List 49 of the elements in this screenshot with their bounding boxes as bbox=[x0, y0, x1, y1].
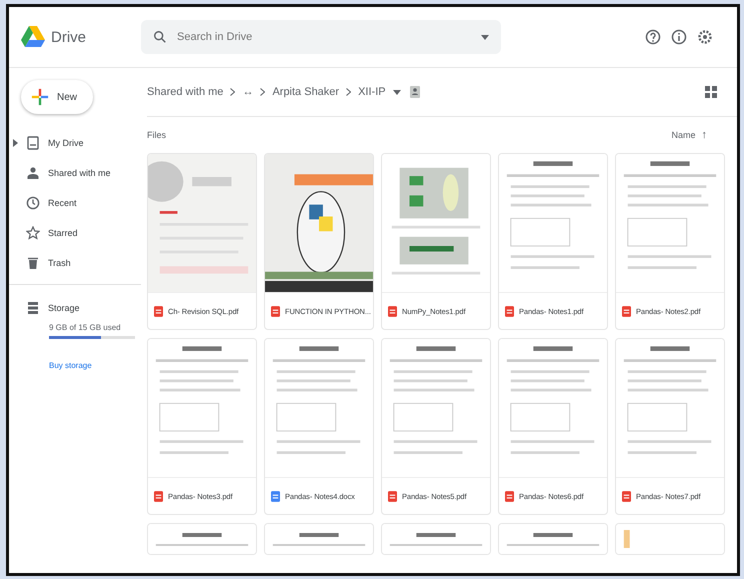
chevron-icon bbox=[260, 88, 266, 96]
section-title: Files bbox=[147, 130, 166, 140]
search-icon bbox=[153, 30, 167, 44]
file-type-icon bbox=[505, 306, 514, 316]
settings-icon[interactable] bbox=[697, 29, 713, 45]
new-button[interactable]: New bbox=[21, 80, 94, 114]
breadcrumb-item[interactable]: Shared with me bbox=[147, 86, 224, 98]
star-icon bbox=[26, 226, 40, 240]
drive-logo-icon bbox=[21, 26, 45, 48]
dropdown-icon[interactable] bbox=[481, 34, 489, 40]
file-type-icon bbox=[505, 490, 514, 502]
breadcrumb-item[interactable]: ↔ bbox=[242, 86, 254, 98]
file-type-icon bbox=[622, 306, 631, 316]
file-type-icon bbox=[388, 306, 397, 316]
help-icon[interactable] bbox=[645, 29, 661, 45]
buy-storage-link[interactable]: Buy storage bbox=[49, 361, 135, 370]
trash-icon bbox=[26, 256, 40, 270]
info-icon[interactable] bbox=[671, 29, 687, 45]
drive-icon bbox=[26, 136, 40, 150]
file-type-icon bbox=[154, 306, 163, 316]
file-type-icon bbox=[388, 490, 397, 502]
file-type-icon bbox=[154, 490, 163, 502]
search-field[interactable]: Search in Drive bbox=[141, 20, 501, 54]
dropdown-icon[interactable] bbox=[392, 90, 401, 94]
clock-icon bbox=[26, 196, 40, 210]
app-title: Drive bbox=[51, 28, 86, 46]
breadcrumb-item[interactable]: XII-IP bbox=[358, 86, 386, 98]
breadcrumb-item[interactable]: Arpita Shaker bbox=[272, 86, 340, 98]
chevron-icon bbox=[230, 88, 236, 96]
search-input[interactable]: Search in Drive bbox=[175, 30, 473, 44]
file-type-icon bbox=[622, 490, 631, 502]
grid-view-icon[interactable] bbox=[705, 86, 717, 98]
sort-label[interactable]: Name bbox=[671, 130, 696, 140]
people-icon bbox=[26, 166, 40, 180]
storage-icon bbox=[26, 301, 40, 315]
nav-item[interactable]: Trash bbox=[9, 248, 141, 278]
file-type-icon bbox=[271, 306, 280, 316]
storage-item[interactable]: Storage bbox=[9, 293, 141, 323]
expand-arrow-icon[interactable] bbox=[13, 139, 18, 147]
plus-icon bbox=[31, 88, 49, 106]
shared-folder-icon bbox=[408, 85, 422, 99]
nav-item[interactable]: My Drive bbox=[9, 128, 141, 158]
nav-item[interactable]: Starred bbox=[9, 218, 141, 248]
nav-item[interactable]: Recent bbox=[9, 188, 141, 218]
nav-item[interactable]: Shared with me bbox=[9, 158, 141, 188]
sort-arrow[interactable]: ↑ bbox=[702, 129, 707, 141]
file-type-icon bbox=[271, 490, 280, 502]
chevron-icon bbox=[346, 88, 352, 96]
storage-usage: 9 GB of 15 GB used bbox=[49, 323, 122, 332]
